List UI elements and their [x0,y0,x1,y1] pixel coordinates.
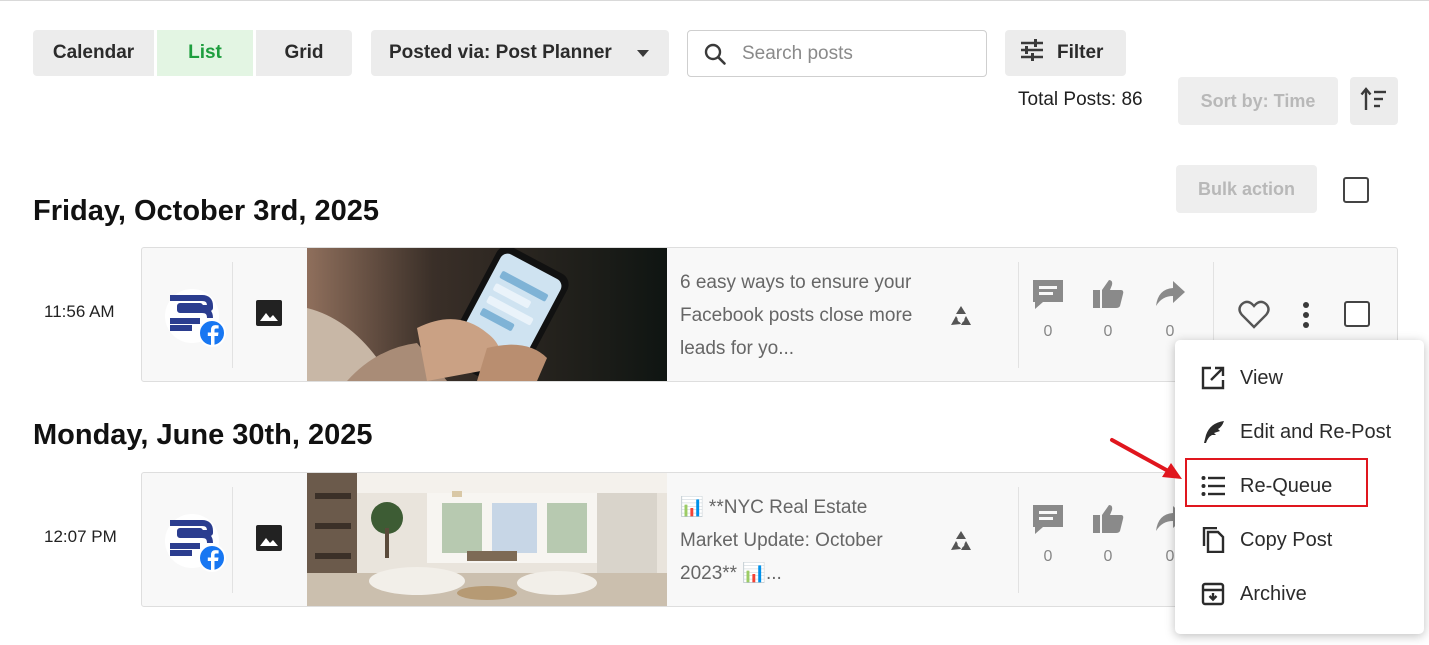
sort-order-button[interactable] [1350,77,1398,125]
top-divider [0,0,1429,1]
comments-stat: 0 [1028,278,1068,341]
menu-item-label: Re-Queue [1240,474,1333,497]
recycle-icon[interactable] [947,528,975,556]
divider [232,262,233,368]
post-time: 12:07 PM [44,527,117,546]
menu-item-label: Copy Post [1240,528,1333,551]
menu-item-edit-repost[interactable]: Edit and Re-Post [1175,407,1424,457]
open-external-icon [1200,365,1226,391]
search-input[interactable] [742,42,972,65]
sort-by-button[interactable]: Sort by: Time [1178,77,1338,125]
view-grid-button[interactable]: Grid [256,30,352,76]
likes-stat: 0 [1088,503,1128,566]
recycle-icon[interactable] [947,303,975,331]
sort-ascending-icon [1360,86,1388,117]
comments-count: 0 [1043,323,1053,340]
search-box [687,30,987,77]
view-list-button[interactable]: List [157,30,253,76]
menu-item-label: Archive [1240,582,1307,605]
thumbs-up-icon [1091,280,1125,314]
date-heading: Monday, June 30th, 2025 [33,419,373,451]
menu-item-archive[interactable]: Archive [1175,569,1424,619]
posted-via-dropdown[interactable]: Posted via: Post Planner [371,30,669,76]
image-icon [254,298,284,328]
select-all-checkbox[interactable] [1343,177,1369,203]
likes-count: 0 [1103,323,1113,340]
feather-icon [1200,419,1226,445]
share-icon [1153,281,1187,314]
divider [1018,262,1019,368]
facebook-icon [198,544,226,572]
copy-icon [1200,527,1226,553]
divider [1018,487,1019,593]
comment-icon [1031,505,1065,539]
bulk-action-button[interactable]: Bulk action [1176,165,1317,213]
post-time: 11:56 AM [44,302,115,321]
post-actions-menu: View Edit and Re-Post Re-Queue Copy Post… [1175,340,1424,634]
sliders-icon [1019,38,1045,68]
more-options-icon[interactable] [1296,300,1316,335]
archive-icon [1200,581,1226,607]
view-toggle: Calendar List Grid [33,30,352,76]
account-avatar [162,288,226,348]
caret-down-icon [637,50,649,57]
shares-stat: 0 [1150,278,1190,341]
menu-item-copy-post[interactable]: Copy Post [1175,515,1424,565]
date-heading: Friday, October 3rd, 2025 [33,195,379,227]
likes-stat: 0 [1088,278,1128,341]
facebook-icon [198,319,226,347]
menu-item-view[interactable]: View [1175,353,1424,403]
account-avatar [162,513,226,573]
total-posts-count: Total Posts: 86 [1018,89,1143,110]
thumbs-up-icon [1091,505,1125,539]
post-thumbnail[interactable] [307,473,667,606]
menu-item-requeue[interactable]: Re-Queue [1175,461,1424,511]
post-text[interactable]: 📊 **NYC Real Estate Market Update: Octob… [680,491,920,590]
image-icon [254,523,284,553]
post-text[interactable]: 6 easy ways to ensure your Facebook post… [680,266,920,365]
search-icon [688,31,742,76]
filter-button[interactable]: Filter [1005,30,1126,76]
likes-count: 0 [1103,548,1113,565]
comments-stat: 0 [1028,503,1068,566]
comments-count: 0 [1043,548,1053,565]
menu-item-label: View [1240,366,1283,389]
menu-item-label: Edit and Re-Post [1240,420,1392,443]
list-icon [1200,473,1226,499]
heart-icon[interactable] [1238,300,1270,335]
post-select-checkbox[interactable] [1344,301,1370,327]
view-calendar-button[interactable]: Calendar [33,30,154,76]
divider [232,487,233,593]
shares-count: 0 [1165,323,1175,340]
filter-label: Filter [1057,42,1104,63]
posted-via-label: Posted via: Post Planner [389,42,612,63]
comment-icon [1031,280,1065,314]
post-thumbnail[interactable] [307,248,667,381]
